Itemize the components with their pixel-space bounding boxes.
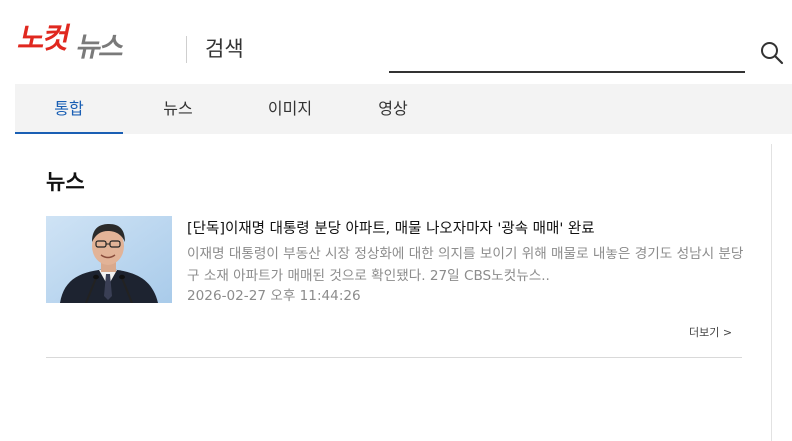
search-input[interactable] <box>389 45 745 73</box>
section-title: 뉴스 <box>46 170 85 194</box>
tab-video[interactable]: 영상 <box>358 84 428 134</box>
svg-text:뉴스: 뉴스 <box>74 32 128 62</box>
tab-integrated[interactable]: 통합 <box>15 84 123 134</box>
article-summary: 이재명 대통령이 부동산 시장 정상화에 대한 의지를 보이기 위해 매물로 내… <box>187 246 744 284</box>
svg-text:노컷: 노컷 <box>15 21 73 55</box>
tab-images[interactable]: 이미지 <box>250 84 330 134</box>
tab-label: 뉴스 <box>163 99 193 118</box>
tab-label: 영상 <box>378 99 408 118</box>
more-news-link[interactable]: 더보기 > <box>689 324 732 340</box>
nocut-news-logo[interactable]: 노컷 뉴스 <box>14 14 149 62</box>
tab-news[interactable]: 뉴스 <box>143 84 213 134</box>
active-tab-indicator <box>15 132 123 134</box>
section-divider <box>46 357 742 358</box>
page-title: 검색 <box>205 37 244 61</box>
header-divider <box>186 36 187 63</box>
content-border <box>771 144 772 441</box>
article-title-link[interactable]: [단독]이재명 대통령 분당 아파트, 매물 나오자마자 '광속 매매' 완료 <box>187 217 595 238</box>
tab-label: 통합 <box>54 99 84 118</box>
search-icon[interactable] <box>759 40 785 66</box>
article-thumbnail[interactable] <box>46 216 172 303</box>
tab-bar: 통합 뉴스 이미지 영상 <box>15 84 792 134</box>
article-datetime: 2026-02-27 오후 11:44:26 <box>187 288 361 304</box>
tab-label: 이미지 <box>267 99 313 118</box>
